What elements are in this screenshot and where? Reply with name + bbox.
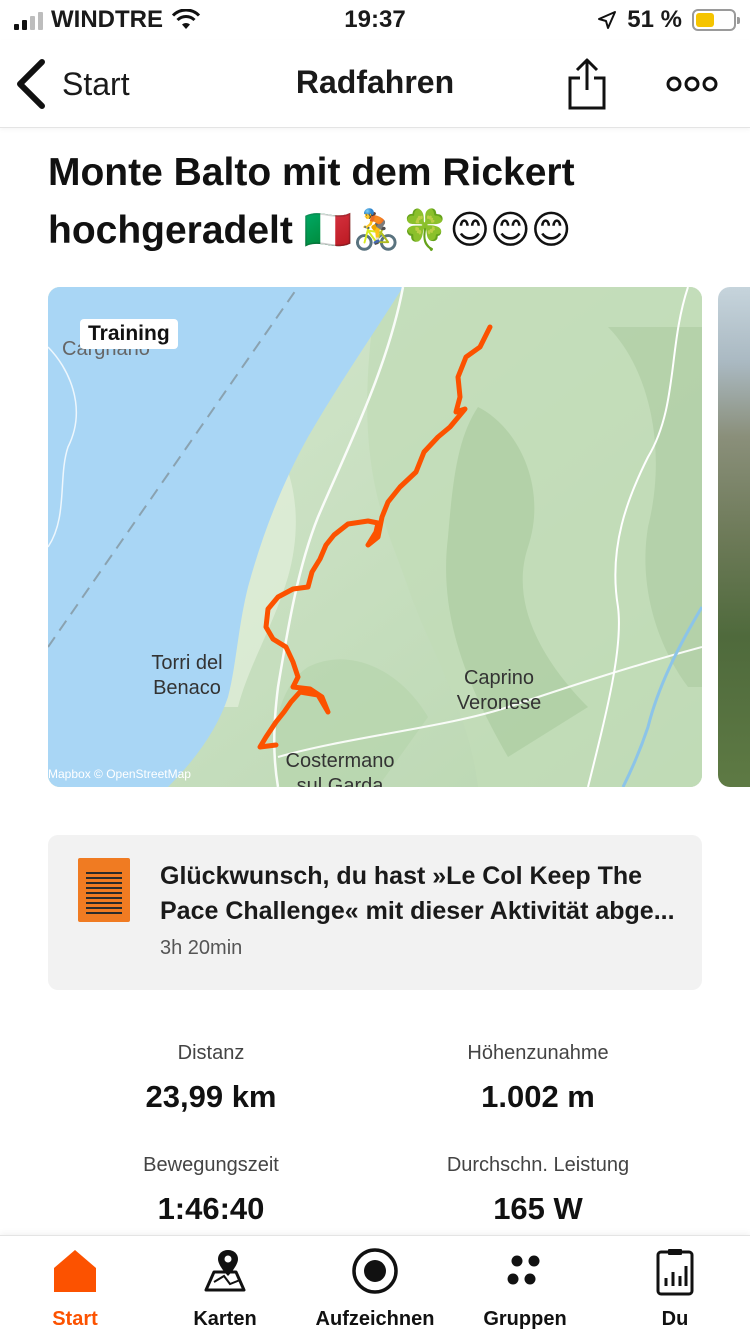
tab-record[interactable]: Aufzeichnen: [300, 1236, 450, 1334]
profile-stats-icon: [656, 1249, 694, 1296]
battery-icon: [692, 9, 740, 31]
tab-label: Du: [661, 1308, 689, 1330]
achievement-line-1: Glückwunsch, du hast »Le Col Keep The: [160, 862, 643, 890]
groups-icon: [507, 1255, 540, 1285]
map-label-torri: Torri del Benaco: [151, 652, 223, 699]
battery-fill: [696, 13, 715, 27]
status-right: 51 %: [597, 6, 740, 34]
tab-label: Karten: [193, 1308, 257, 1330]
map-canvas: [48, 287, 702, 787]
stat-value: 165 W: [493, 1191, 583, 1226]
back-label: Start: [62, 65, 130, 102]
achievement-duration: 3h 20min: [160, 937, 243, 959]
tab-maps[interactable]: Karten: [150, 1236, 300, 1334]
stat-avg-power: Durchschn. Leistung 165 W: [368, 1154, 708, 1227]
chevron-left-icon: [17, 59, 45, 109]
challenge-badge-image: [78, 858, 130, 922]
stat-value: 1:46:40: [157, 1191, 265, 1226]
tab-bar: Start Karten Aufzeichnen Gruppen Du: [0, 1235, 750, 1334]
stat-distance: Distanz 23,99 km: [41, 1042, 381, 1115]
achievement-text: Glückwunsch, du hast »Le Col Keep The Pa…: [160, 859, 680, 929]
tab-label: Aufzeichnen: [315, 1308, 435, 1330]
battery-percent: 51 %: [627, 6, 682, 33]
map-attribution: Mapbox © OpenStreetMap: [48, 767, 191, 781]
stat-label: Höhenzunahme: [467, 1042, 609, 1064]
achievement-line-2: Pace Challenge« mit dieser Aktivität abg…: [160, 897, 675, 925]
map-icon: [204, 1250, 246, 1292]
tab-label: Start: [52, 1308, 98, 1330]
stat-label: Distanz: [177, 1042, 245, 1064]
stat-value: 1.002 m: [481, 1079, 595, 1114]
record-icon: [352, 1248, 398, 1294]
more-options-icon[interactable]: [664, 66, 720, 102]
map-label-costermano: Costermano sul Garda: [285, 750, 395, 787]
navigation-bar: Start Radfahren: [0, 40, 750, 128]
location-arrow-icon: [598, 11, 617, 29]
route-map[interactable]: Carghano Training Torri del Benaco Capri…: [48, 287, 702, 787]
stat-label: Bewegungszeit: [143, 1154, 279, 1176]
stat-label: Durchschn. Leistung: [446, 1154, 630, 1176]
activity-title: Monte Balto mit dem Rickert hochgeradelt…: [48, 151, 575, 252]
stat-elevation-gain: Höhenzunahme 1.002 m: [368, 1042, 708, 1115]
share-icon[interactable]: [562, 56, 612, 112]
achievement-card[interactable]: Glückwunsch, du hast »Le Col Keep The Pa…: [48, 835, 702, 990]
back-button[interactable]: Start: [14, 54, 130, 114]
tab-label: Gruppen: [483, 1308, 567, 1330]
tab-groups[interactable]: Gruppen: [450, 1236, 600, 1334]
tab-you[interactable]: Du: [600, 1236, 750, 1334]
stat-value: 23,99 km: [145, 1079, 277, 1114]
status-bar: WINDTRE 19:37 51 %: [0, 0, 750, 40]
activity-photo-thumbnail[interactable]: [718, 287, 750, 787]
home-icon: [54, 1250, 96, 1292]
tab-start[interactable]: Start: [0, 1236, 150, 1334]
map-label-caprino: Caprino Veronese: [456, 667, 542, 714]
training-badge: Training: [80, 319, 178, 349]
stat-moving-time: Bewegungszeit 1:46:40: [41, 1154, 381, 1227]
